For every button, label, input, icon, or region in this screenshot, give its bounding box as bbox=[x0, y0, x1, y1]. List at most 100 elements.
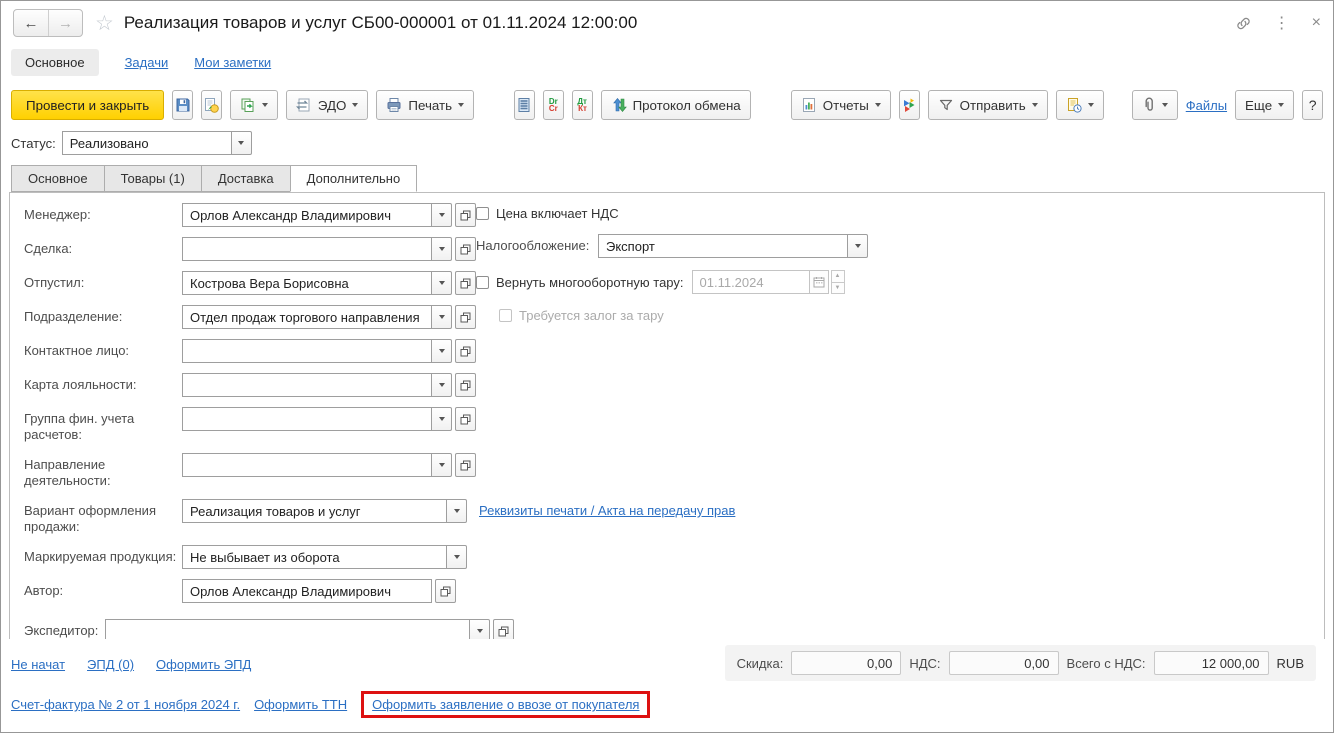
epd-status-link[interactable]: Не начат bbox=[11, 657, 65, 672]
marked-products-label: Маркируемая продукция: bbox=[24, 549, 177, 564]
released-by-dropdown-button[interactable] bbox=[431, 271, 452, 295]
print-details-link[interactable]: Реквизиты печати / Акта на передачу прав bbox=[479, 499, 735, 518]
more-button[interactable]: Еще bbox=[1235, 90, 1295, 120]
author-open-button[interactable] bbox=[435, 579, 456, 603]
document-clock-icon bbox=[1066, 97, 1082, 113]
spinner-down-icon[interactable]: ▼ bbox=[830, 281, 845, 294]
reports-button[interactable]: Отчеты bbox=[790, 90, 891, 120]
sale-option-input[interactable]: Реализация товаров и услуг bbox=[182, 499, 447, 523]
return-container-checkbox[interactable] bbox=[476, 275, 489, 289]
contact-person-open-button[interactable] bbox=[455, 339, 476, 363]
dtkt-movements-button[interactable]: Дт Кт bbox=[571, 90, 593, 120]
return-container-date-input[interactable]: 01.11.2024 bbox=[691, 270, 810, 294]
forwarder-label: Экспедитор: bbox=[24, 623, 99, 638]
files-link[interactable]: Файлы bbox=[1186, 98, 1227, 113]
taxation-dropdown-button[interactable] bbox=[847, 234, 868, 258]
post-and-close-button[interactable]: Провести и закрыть bbox=[11, 90, 165, 120]
fin-group-dropdown-button[interactable] bbox=[431, 407, 452, 431]
exchange-protocol-icon bbox=[611, 97, 627, 113]
sale-option-row: Вариант оформления продажи: Реализация т… bbox=[24, 499, 1324, 535]
save-button[interactable] bbox=[172, 90, 194, 120]
tab-delivery[interactable]: Доставка bbox=[200, 165, 290, 192]
contact-person-input[interactable] bbox=[182, 339, 432, 363]
business-line-open-button[interactable] bbox=[455, 453, 476, 477]
exchange-protocol-button[interactable]: Протокол обмена bbox=[600, 90, 751, 120]
author-input[interactable]: Орлов Александр Владимирович bbox=[182, 579, 432, 603]
close-icon[interactable]: × bbox=[1312, 14, 1321, 32]
department-input[interactable]: Отдел продаж торгового направления bbox=[182, 305, 432, 329]
more-menu-icon[interactable]: ⋮ bbox=[1274, 13, 1290, 33]
contact-person-dropdown-button[interactable] bbox=[431, 339, 452, 363]
invoice-link[interactable]: Счет-фактура № 2 от 1 ноября 2024 г. bbox=[11, 697, 240, 712]
edo-icon bbox=[295, 97, 312, 113]
loyalty-card-input[interactable] bbox=[182, 373, 432, 397]
print-button[interactable]: Печать bbox=[376, 90, 475, 120]
business-line-input[interactable] bbox=[182, 453, 432, 477]
deal-open-button[interactable] bbox=[455, 237, 476, 261]
loyalty-card-open-button[interactable] bbox=[455, 373, 476, 397]
loyalty-card-dropdown-button[interactable] bbox=[431, 373, 452, 397]
chevron-down-icon bbox=[438, 213, 445, 217]
marked-products-input[interactable]: Не выбывает из оборота bbox=[182, 545, 447, 569]
department-dropdown-button[interactable] bbox=[431, 305, 452, 329]
document-register-button[interactable] bbox=[514, 90, 535, 120]
price-includes-vat-row[interactable]: Цена включает НДС bbox=[476, 206, 619, 221]
edo-button[interactable]: ЭДО bbox=[285, 90, 369, 120]
taxation-row: Налогообложение: Экспорт bbox=[476, 234, 868, 258]
create-based-on-button[interactable] bbox=[229, 90, 278, 120]
marked-products-dropdown-button[interactable] bbox=[446, 545, 467, 569]
status-label: Статус: bbox=[11, 135, 56, 151]
nav-tab-tasks[interactable]: Задачи bbox=[125, 55, 169, 70]
nav-tab-main[interactable]: Основное bbox=[11, 49, 99, 76]
loyalty-card-label: Карта лояльности: bbox=[24, 377, 137, 392]
reminder-button[interactable] bbox=[1055, 90, 1104, 120]
epd-count-link[interactable]: ЭПД (0) bbox=[87, 657, 134, 672]
released-by-open-button[interactable] bbox=[455, 271, 476, 295]
manager-input[interactable]: Орлов Александр Владимирович bbox=[182, 203, 432, 227]
sale-option-label: Вариант оформления продажи: bbox=[24, 503, 156, 534]
chevron-down-icon bbox=[453, 555, 460, 559]
drcr-movements-button[interactable]: Dr Cr bbox=[542, 90, 564, 120]
manager-dropdown-button[interactable] bbox=[431, 203, 452, 227]
epd-create-link[interactable]: Оформить ЭПД bbox=[156, 657, 251, 672]
chevron-down-icon bbox=[1031, 103, 1038, 107]
drcr-icon: Dr Cr bbox=[548, 97, 558, 113]
import-application-link[interactable]: Оформить заявление о ввозе от покупателя bbox=[372, 697, 639, 712]
related-documents-button[interactable] bbox=[898, 90, 920, 120]
tab-goods[interactable]: Товары (1) bbox=[103, 165, 201, 192]
calendar-icon[interactable] bbox=[808, 270, 829, 294]
deal-dropdown-button[interactable] bbox=[431, 237, 452, 261]
tab-additional[interactable]: Дополнительно bbox=[289, 165, 418, 192]
favorite-star-icon[interactable]: ☆ bbox=[95, 11, 114, 36]
return-container-toggle[interactable]: Вернуть многооборотную тару: bbox=[476, 275, 684, 290]
date-spinner[interactable]: ▲ ▼ bbox=[830, 270, 845, 294]
return-container-row: Вернуть многооборотную тару: 01.11.2024 … bbox=[476, 270, 845, 294]
forward-button[interactable]: → bbox=[48, 10, 82, 36]
business-line-dropdown-button[interactable] bbox=[431, 453, 452, 477]
manager-open-button[interactable] bbox=[455, 203, 476, 227]
total-label: Всего с НДС: bbox=[1066, 655, 1146, 671]
status-input[interactable]: Реализовано bbox=[61, 131, 232, 155]
post-document-button[interactable] bbox=[201, 90, 222, 120]
department-open-button[interactable] bbox=[455, 305, 476, 329]
back-button[interactable]: ← bbox=[14, 10, 48, 36]
deal-input[interactable] bbox=[182, 237, 432, 261]
loyalty-card-row: Карта лояльности: bbox=[24, 373, 1324, 397]
paperclip-icon bbox=[1142, 97, 1156, 113]
chevron-down-icon bbox=[854, 244, 861, 248]
attachments-button[interactable] bbox=[1131, 90, 1178, 120]
tab-main[interactable]: Основное bbox=[11, 165, 104, 192]
send-button[interactable]: Отправить bbox=[927, 90, 1048, 120]
get-link-icon[interactable] bbox=[1235, 15, 1252, 32]
sale-option-dropdown-button[interactable] bbox=[446, 499, 467, 523]
history-nav: ← → bbox=[13, 9, 83, 37]
taxation-input[interactable]: Экспорт bbox=[598, 234, 848, 258]
fin-group-input[interactable] bbox=[182, 407, 432, 431]
released-by-input[interactable]: Кострова Вера Борисовна bbox=[182, 271, 432, 295]
nav-tab-notes[interactable]: Мои заметки bbox=[194, 55, 271, 70]
ttn-link[interactable]: Оформить ТТН bbox=[254, 697, 347, 712]
fin-group-open-button[interactable] bbox=[455, 407, 476, 431]
status-dropdown-button[interactable] bbox=[230, 131, 252, 155]
help-button[interactable]: ? bbox=[1302, 90, 1323, 120]
price-includes-vat-checkbox[interactable] bbox=[476, 207, 489, 220]
